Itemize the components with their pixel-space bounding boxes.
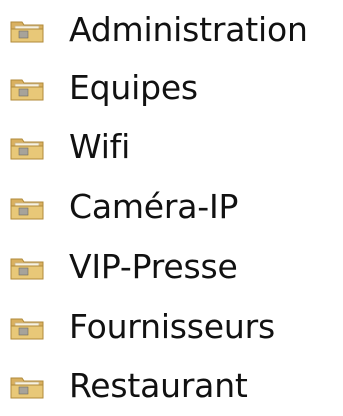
folder-icon — [10, 318, 44, 340]
folder-label: Administration — [69, 10, 308, 50]
folder-icon — [10, 138, 44, 160]
folder-item-restaurant[interactable]: Restaurant — [0, 358, 343, 416]
folder-label: VIP-Presse — [69, 247, 238, 287]
folder-icon — [10, 377, 44, 399]
folder-list: Administration Equipes Wifi Caméra-IP VI… — [0, 0, 343, 410]
folder-item-wifi[interactable]: Wifi — [0, 119, 343, 177]
folder-label: Restaurant — [69, 366, 248, 406]
folder-item-camera-ip[interactable]: Caméra-IP — [0, 179, 343, 237]
folder-item-fournisseurs[interactable]: Fournisseurs — [0, 299, 343, 357]
folder-icon — [10, 198, 44, 220]
folder-item-vip-presse[interactable]: VIP-Presse — [0, 239, 343, 297]
folder-icon — [10, 258, 44, 280]
folder-icon — [10, 21, 44, 43]
folder-label: Wifi — [69, 127, 131, 167]
folder-item-equipes[interactable]: Equipes — [0, 60, 343, 118]
folder-label: Fournisseurs — [69, 307, 275, 347]
folder-label: Equipes — [69, 68, 198, 108]
folder-icon — [10, 79, 44, 101]
folder-item-administration[interactable]: Administration — [0, 2, 343, 60]
folder-label: Caméra-IP — [69, 187, 239, 227]
